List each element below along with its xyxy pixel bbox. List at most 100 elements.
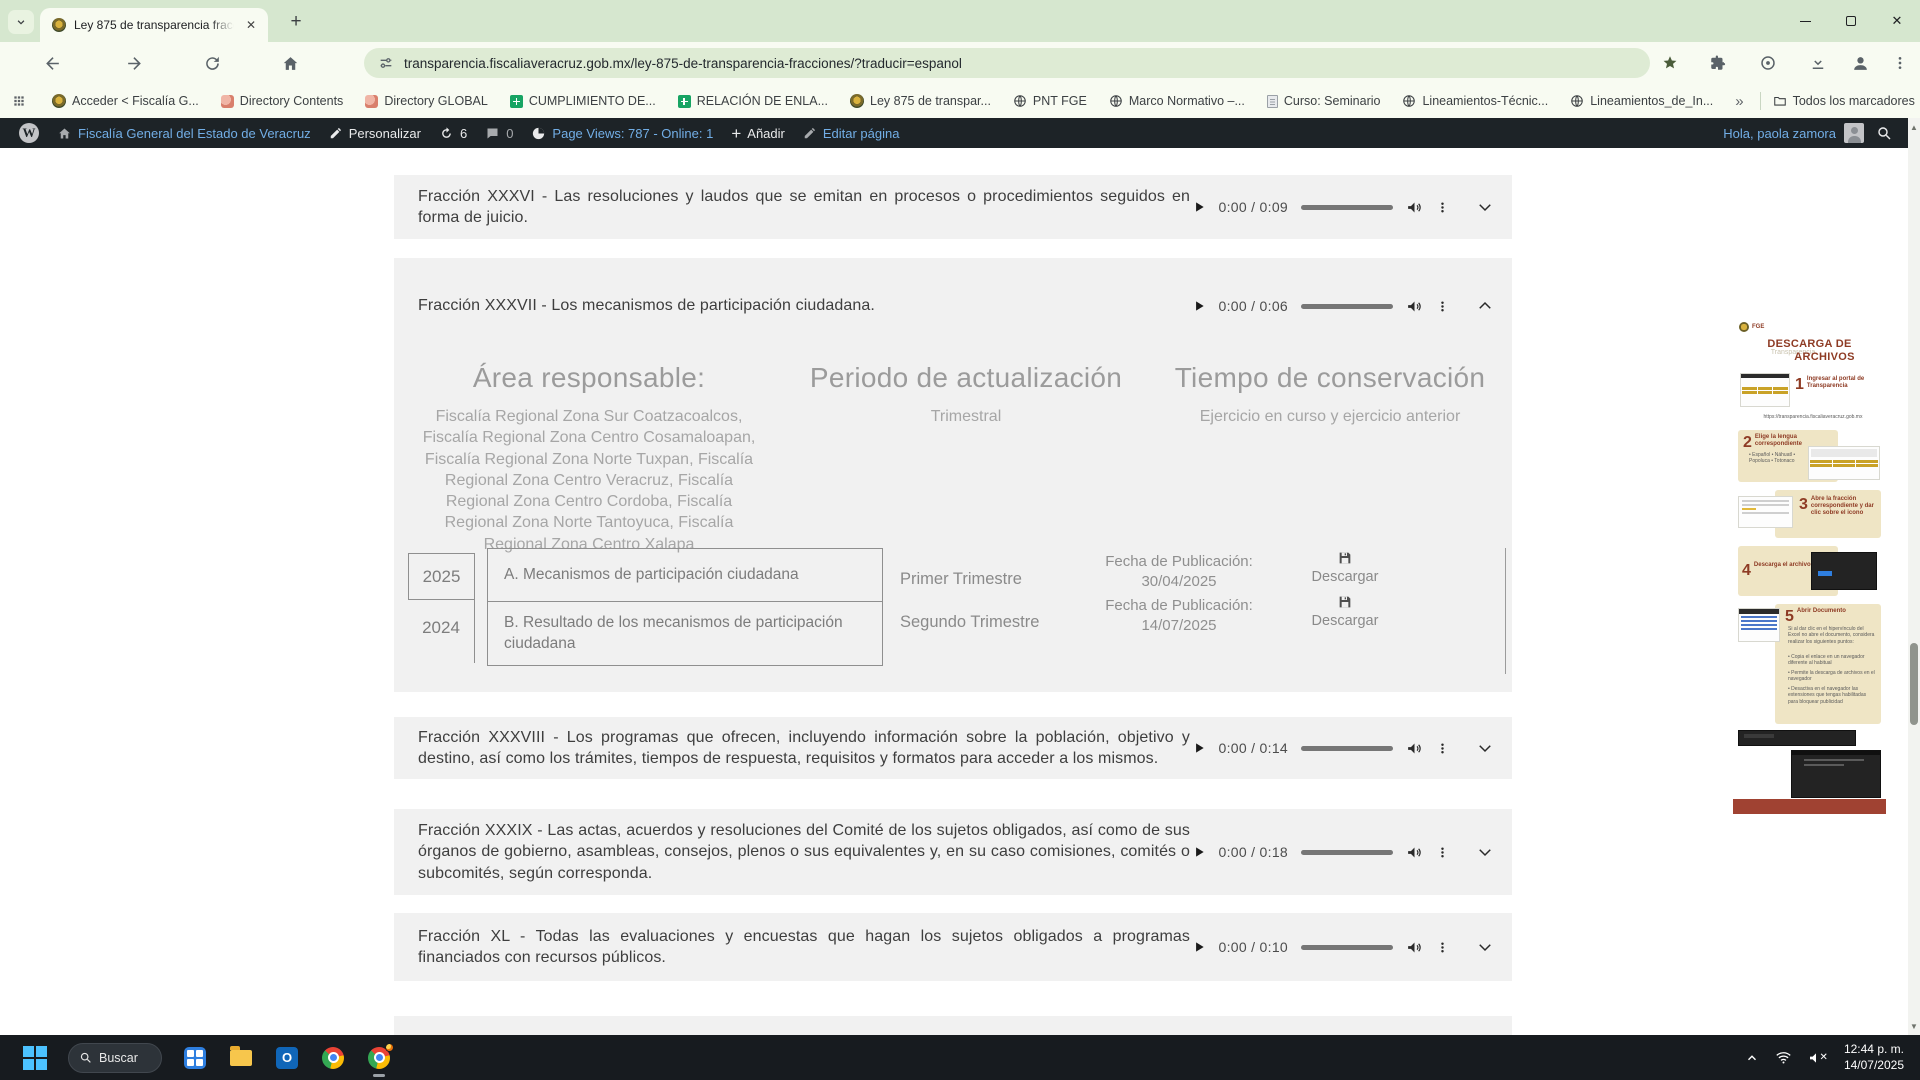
- admin-search-icon[interactable]: [1876, 125, 1892, 141]
- taskbar-search[interactable]: Buscar: [68, 1042, 162, 1073]
- extensions-puzzle-icon[interactable]: [1706, 51, 1730, 75]
- address-bar[interactable]: transparencia.fiscaliaveracruz.gob.mx/le…: [364, 48, 1650, 78]
- document-row-b[interactable]: B. Resultado de los mecanismos de partic…: [487, 602, 883, 666]
- play-icon[interactable]: [1192, 299, 1206, 313]
- customize-link[interactable]: Personalizar: [320, 118, 430, 148]
- year-tab-2024[interactable]: 2024: [408, 600, 474, 655]
- wp-logo-menu[interactable]: W: [10, 118, 48, 148]
- bookmark-item[interactable]: Curso: Seminario: [1266, 94, 1380, 108]
- tray-chevron-up-icon[interactable]: [1745, 1051, 1759, 1065]
- save-disk-icon[interactable]: [1337, 550, 1353, 566]
- start-button-icon[interactable]: [22, 1045, 48, 1071]
- chevron-down-icon[interactable]: [1476, 938, 1494, 956]
- add-new-link[interactable]: + Añadir: [722, 118, 794, 148]
- play-icon[interactable]: [1192, 940, 1206, 954]
- bookmark-item[interactable]: CUMPLIMIENTO DE...: [509, 94, 656, 108]
- scroll-up-arrow[interactable]: ▲: [1908, 120, 1920, 134]
- site-info-icon[interactable]: [378, 55, 394, 71]
- chevron-down-icon[interactable]: [1476, 198, 1494, 216]
- account-greeting[interactable]: Hola, paola zamora: [1723, 126, 1836, 141]
- all-bookmarks-button[interactable]: Todos los marcadores: [1773, 94, 1915, 108]
- fecha-publicacion: Fecha de Publicación: 14/07/2025: [1084, 596, 1274, 637]
- minimize-button[interactable]: [1782, 0, 1828, 42]
- close-button[interactable]: ✕: [1874, 0, 1920, 42]
- taskbar-clock[interactable]: 12:44 p. m. 14/07/2025: [1844, 1042, 1904, 1073]
- updates-link[interactable]: 6: [430, 118, 476, 148]
- pie-chart-icon: [533, 127, 545, 139]
- bookmarks-overflow-chevron[interactable]: »: [1735, 93, 1743, 110]
- audio-progress-bar[interactable]: [1301, 849, 1393, 855]
- audio-progress-bar[interactable]: [1301, 944, 1393, 950]
- store-icon[interactable]: [182, 1045, 208, 1071]
- file-explorer-icon[interactable]: [228, 1045, 254, 1071]
- back-icon[interactable]: [40, 51, 64, 75]
- download-block[interactable]: Descargar: [1302, 594, 1388, 629]
- download-block[interactable]: Descargar: [1302, 550, 1388, 585]
- volume-icon[interactable]: [1406, 844, 1423, 861]
- fraccion-header[interactable]: Fracción XXXVII - Los mecanismos de part…: [394, 258, 1512, 354]
- scrollbar-thumb[interactable]: [1910, 643, 1918, 725]
- edit-page-link[interactable]: Editar página: [794, 118, 909, 148]
- play-icon[interactable]: [1192, 741, 1206, 755]
- outlook-icon[interactable]: O: [274, 1045, 300, 1071]
- year-tab-2025[interactable]: 2025: [408, 553, 474, 600]
- forward-icon[interactable]: [122, 51, 146, 75]
- chrome-profile-icon[interactable]: [366, 1042, 394, 1077]
- browser-menu-kebab-icon[interactable]: [1888, 51, 1912, 75]
- play-icon[interactable]: [1192, 200, 1206, 214]
- tab-close-icon[interactable]: ✕: [242, 16, 260, 34]
- fraccion-title: Fracción XXXIX - Las actas, acuerdos y r…: [418, 822, 1190, 882]
- download-label[interactable]: Descargar: [1302, 613, 1388, 629]
- document-row-a[interactable]: A. Mecanismos de participación ciudadana: [487, 548, 883, 602]
- bookmark-item[interactable]: Lineamientos_de_In...: [1570, 94, 1713, 108]
- bookmark-item[interactable]: PNT FGE: [1013, 94, 1087, 108]
- reload-icon[interactable]: [200, 51, 224, 75]
- audio-progress-bar[interactable]: [1301, 204, 1393, 210]
- play-icon[interactable]: [1192, 845, 1206, 859]
- site-name-link[interactable]: Fiscalía General del Estado de Veracruz: [48, 118, 320, 148]
- url-text[interactable]: transparencia.fiscaliaveracruz.gob.mx/le…: [404, 56, 962, 71]
- player-menu-kebab-icon[interactable]: [1436, 200, 1449, 215]
- bookmark-item[interactable]: Directory Contents: [220, 94, 343, 108]
- apps-grid-icon[interactable]: [12, 94, 26, 108]
- audio-progress-bar[interactable]: [1301, 303, 1393, 309]
- user-avatar[interactable]: [1844, 123, 1864, 143]
- chevron-down-icon[interactable]: [1476, 843, 1494, 861]
- audio-progress-bar[interactable]: [1301, 745, 1393, 751]
- new-tab-button[interactable]: +: [282, 9, 310, 35]
- volume-icon[interactable]: [1406, 298, 1423, 315]
- chevron-up-icon[interactable]: [1476, 297, 1494, 315]
- browser-tab[interactable]: Ley 875 de transparencia fracci ✕: [40, 8, 268, 42]
- scroll-down-arrow[interactable]: ▼: [1908, 1019, 1920, 1033]
- bookmark-item[interactable]: Lineamientos-Técnic...: [1402, 94, 1548, 108]
- infographic-screenshot: [1738, 496, 1793, 528]
- player-menu-kebab-icon[interactable]: [1436, 741, 1449, 756]
- extension-badge-icon[interactable]: [1756, 51, 1780, 75]
- maximize-button[interactable]: [1828, 0, 1874, 42]
- volume-icon[interactable]: [1406, 199, 1423, 216]
- chevron-down-icon[interactable]: [1476, 739, 1494, 757]
- bookmark-item[interactable]: RELACIÓN DE ENLA...: [677, 94, 828, 108]
- player-menu-kebab-icon[interactable]: [1436, 845, 1449, 860]
- volume-muted-icon[interactable]: ✕: [1808, 1050, 1828, 1066]
- home-icon[interactable]: [278, 51, 302, 75]
- bookmark-star-icon[interactable]: [1658, 51, 1682, 75]
- bookmark-item[interactable]: Acceder < Fiscalía G...: [52, 94, 199, 108]
- bookmark-item[interactable]: Marco Normativo –...: [1109, 94, 1245, 108]
- profile-avatar-icon[interactable]: [1848, 51, 1872, 75]
- wifi-icon[interactable]: [1775, 1049, 1792, 1066]
- chrome-icon[interactable]: [320, 1045, 346, 1071]
- download-label[interactable]: Descargar: [1302, 569, 1388, 585]
- volume-icon[interactable]: [1406, 740, 1423, 757]
- tab-search-button[interactable]: [8, 10, 34, 34]
- player-menu-kebab-icon[interactable]: [1436, 940, 1449, 955]
- page-views-link[interactable]: Page Views: 787 - Online: 1: [522, 118, 722, 148]
- page-scrollbar[interactable]: ▲ ▼: [1908, 118, 1920, 1035]
- player-menu-kebab-icon[interactable]: [1436, 299, 1449, 314]
- comments-link[interactable]: 0: [476, 118, 522, 148]
- save-disk-icon[interactable]: [1337, 594, 1353, 610]
- volume-icon[interactable]: [1406, 939, 1423, 956]
- bookmark-item[interactable]: Directory GLOBAL: [365, 94, 488, 108]
- bookmark-item[interactable]: Ley 875 de transpar...: [850, 94, 991, 108]
- downloads-icon[interactable]: [1806, 51, 1830, 75]
